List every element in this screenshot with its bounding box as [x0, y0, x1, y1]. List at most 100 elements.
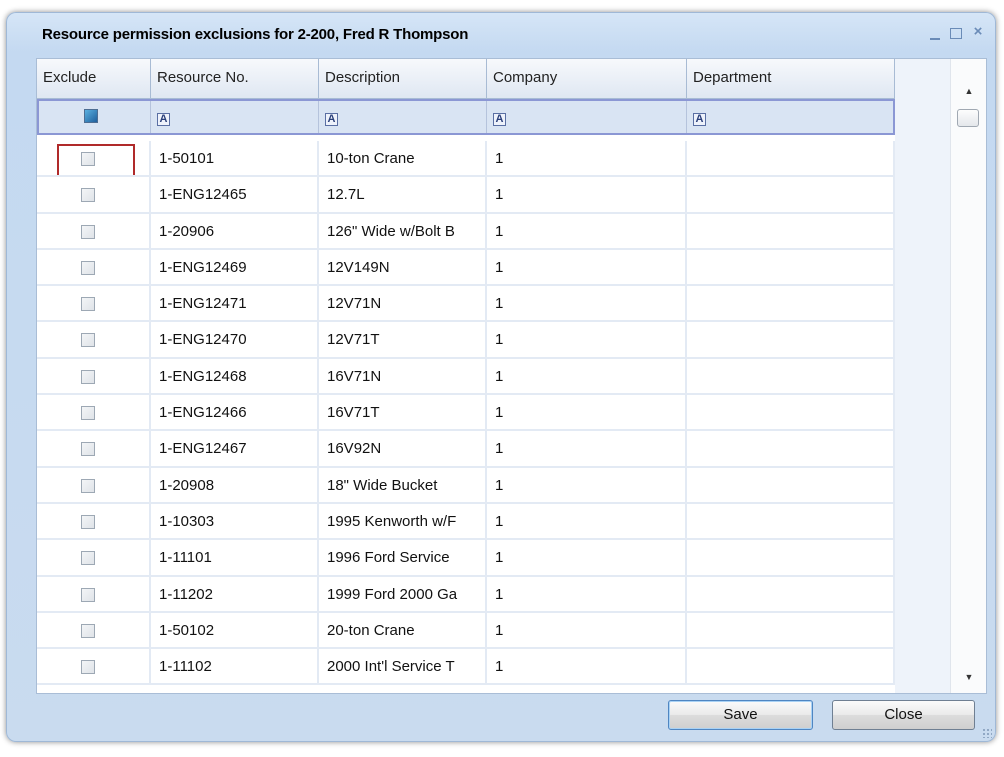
company-cell[interactable]: 1: [487, 431, 687, 468]
table-row[interactable]: 1-ENG12471 12V71N 1: [37, 286, 895, 323]
column-header-department[interactable]: Department: [687, 59, 895, 98]
department-cell[interactable]: [687, 467, 895, 504]
description-cell[interactable]: 10-ton Crane: [319, 141, 487, 178]
description-cell[interactable]: 1999 Ford 2000 Ga: [319, 576, 487, 613]
department-cell[interactable]: [687, 540, 895, 577]
company-cell[interactable]: 1: [487, 177, 687, 214]
exclude-checkbox[interactable]: [81, 442, 95, 457]
description-cell[interactable]: 16V71N: [319, 358, 487, 396]
company-cell[interactable]: 1: [487, 322, 687, 359]
description-cell[interactable]: 20-ton Crane: [319, 612, 487, 650]
text-filter-icon[interactable]: A: [693, 113, 706, 126]
exclude-checkbox[interactable]: [81, 333, 95, 348]
department-cell[interactable]: [687, 612, 895, 650]
resource-no-cell[interactable]: 1-ENG12470: [151, 322, 319, 359]
scroll-down-icon[interactable]: ▼: [951, 665, 986, 689]
exclude-checkbox[interactable]: [81, 224, 95, 239]
close-window-icon[interactable]: ×: [972, 24, 984, 39]
table-row[interactable]: 1-ENG12466 16V71T 1: [37, 395, 895, 432]
table-row[interactable]: 1-20906 126" Wide w/Bolt B1: [37, 213, 895, 250]
company-cell[interactable]: 1: [487, 576, 687, 613]
department-cell[interactable]: [687, 249, 895, 287]
resource-no-cell[interactable]: 1-20906: [151, 213, 319, 250]
table-row[interactable]: 1-50101 10-ton Crane 1: [37, 141, 895, 178]
vertical-scrollbar[interactable]: ▲ ▼: [950, 59, 986, 693]
text-filter-icon[interactable]: A: [157, 113, 170, 126]
company-cell[interactable]: 1: [487, 612, 687, 650]
resource-no-cell[interactable]: 1-11102: [151, 649, 319, 686]
filter-cell-department[interactable]: A: [687, 101, 893, 133]
resource-no-cell[interactable]: 1-50102: [151, 612, 319, 650]
department-cell[interactable]: [687, 358, 895, 396]
column-header-resource-no[interactable]: Resource No.: [151, 59, 319, 98]
filter-cell-company[interactable]: A: [487, 101, 687, 133]
resource-no-cell[interactable]: 1-ENG12467: [151, 431, 319, 468]
company-cell[interactable]: 1: [487, 358, 687, 396]
table-row[interactable]: 1-11102 2000 Int'l Service T1: [37, 649, 895, 686]
exclude-checkbox[interactable]: [81, 188, 95, 203]
company-cell[interactable]: 1: [487, 141, 687, 178]
resource-no-cell[interactable]: 1-ENG12471: [151, 286, 319, 323]
description-cell[interactable]: 16V71T: [319, 395, 487, 432]
resource-no-cell[interactable]: 1-20908: [151, 467, 319, 504]
exclude-checkbox[interactable]: [81, 297, 95, 312]
department-cell[interactable]: [687, 177, 895, 214]
table-row[interactable]: 1-ENG12465 12.7L 1: [37, 177, 895, 214]
resize-grip-icon[interactable]: [982, 728, 992, 738]
table-row[interactable]: 1-50102 20-ton Crane 1: [37, 612, 895, 650]
department-cell[interactable]: [687, 141, 895, 178]
resource-no-cell[interactable]: 1-ENG12466: [151, 395, 319, 432]
save-button[interactable]: Save: [668, 700, 813, 730]
column-header-company[interactable]: Company: [487, 59, 687, 98]
description-cell[interactable]: 1995 Kenworth w/F: [319, 503, 487, 541]
description-cell[interactable]: 12V71T: [319, 322, 487, 359]
exclude-checkbox[interactable]: [81, 623, 95, 638]
exclude-checkbox[interactable]: [81, 587, 95, 602]
scroll-up-icon[interactable]: ▲: [951, 79, 986, 103]
department-cell[interactable]: [687, 649, 895, 686]
department-cell[interactable]: [687, 503, 895, 541]
filter-cell-description[interactable]: A: [319, 101, 487, 133]
description-cell[interactable]: 1996 Ford Service: [319, 540, 487, 577]
resource-no-cell[interactable]: 1-ENG12469: [151, 249, 319, 287]
company-cell[interactable]: 1: [487, 395, 687, 432]
company-cell[interactable]: 1: [487, 213, 687, 250]
department-cell[interactable]: [687, 286, 895, 323]
company-cell[interactable]: 1: [487, 286, 687, 323]
close-button[interactable]: Close: [832, 700, 975, 730]
company-cell[interactable]: 1: [487, 649, 687, 686]
table-row[interactable]: 1-11101 1996 Ford Service 1: [37, 540, 895, 577]
description-cell[interactable]: 2000 Int'l Service T: [319, 649, 487, 686]
title-bar[interactable]: Resource permission exclusions for 2-200…: [6, 12, 996, 58]
table-row[interactable]: 1-10303 1995 Kenworth w/F 1: [37, 503, 895, 541]
table-row[interactable]: 1-ENG12467 16V92N 1: [37, 431, 895, 468]
company-cell[interactable]: 1: [487, 540, 687, 577]
exclude-checkbox[interactable]: [81, 660, 95, 675]
department-cell[interactable]: [687, 395, 895, 432]
column-header-description[interactable]: Description: [319, 59, 487, 98]
exclude-checkbox[interactable]: [81, 260, 95, 275]
description-cell[interactable]: 126" Wide w/Bolt B: [319, 213, 487, 250]
description-cell[interactable]: 12V149N: [319, 249, 487, 287]
exclude-checkbox[interactable]: [81, 406, 95, 421]
department-cell[interactable]: [687, 576, 895, 613]
department-cell[interactable]: [687, 431, 895, 468]
select-all-checkbox[interactable]: [84, 109, 98, 123]
exclude-checkbox[interactable]: [81, 478, 95, 493]
resource-no-cell[interactable]: 1-10303: [151, 503, 319, 541]
table-row[interactable]: 1-20908 18" Wide Bucket 1: [37, 467, 895, 504]
company-cell[interactable]: 1: [487, 249, 687, 287]
text-filter-icon[interactable]: A: [493, 113, 506, 126]
table-row[interactable]: 1-11202 1999 Ford 2000 Ga 1: [37, 576, 895, 613]
description-cell[interactable]: 18" Wide Bucket: [319, 467, 487, 504]
column-header-exclude[interactable]: Exclude: [37, 59, 151, 98]
department-cell[interactable]: [687, 213, 895, 250]
resource-no-cell[interactable]: 1-ENG12465: [151, 177, 319, 214]
resource-no-cell[interactable]: 1-11101: [151, 540, 319, 577]
exclude-checkbox[interactable]: [81, 369, 95, 384]
resource-no-cell[interactable]: 1-ENG12468: [151, 358, 319, 396]
company-cell[interactable]: 1: [487, 467, 687, 504]
scroll-thumb[interactable]: [957, 109, 979, 127]
maximize-icon[interactable]: [950, 28, 962, 39]
exclude-checkbox[interactable]: [81, 551, 95, 566]
